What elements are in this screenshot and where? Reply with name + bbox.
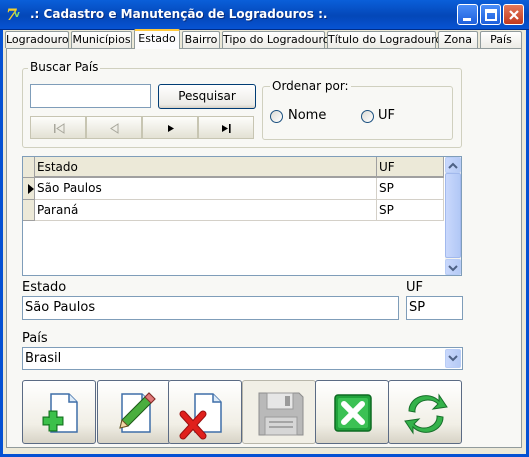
new-document-icon [42, 393, 78, 433]
search-group-label: Buscar País [28, 60, 101, 74]
grid-row-indicator[interactable] [23, 200, 35, 221]
uf-label: UF [406, 280, 423, 295]
grid-row-indicator[interactable] [23, 178, 35, 200]
maximize-icon [485, 9, 497, 21]
delete-document-icon [179, 393, 222, 440]
order-group-label: Ordenar por: [270, 79, 351, 93]
prev-icon [110, 123, 119, 134]
first-icon [54, 123, 65, 134]
chevron-up-icon [448, 162, 458, 169]
order-nome-radio[interactable] [270, 110, 283, 123]
grid-header-indicator [23, 157, 35, 178]
svg-text:v: v [14, 10, 20, 20]
nav-first-button[interactable] [30, 116, 86, 139]
scroll-down-button[interactable] [445, 259, 461, 275]
grid-cell-estado[interactable]: São Paulos [35, 178, 377, 200]
close-button[interactable] [503, 4, 524, 25]
tab-bairro[interactable]: Bairro [182, 31, 220, 48]
app-icon: 7 v [5, 4, 25, 24]
close-icon [509, 10, 519, 20]
grid-cell-estado[interactable]: Paraná [35, 200, 377, 221]
search-input[interactable] [30, 84, 151, 108]
grid-header-uf[interactable]: UF [377, 157, 444, 178]
chevron-down-icon [448, 355, 458, 362]
maximize-button[interactable] [480, 4, 501, 25]
window-title: .: Cadastro e Manutenção de Logradouros … [30, 7, 328, 21]
uf-field[interactable]: SP [406, 296, 463, 320]
tab-tipo-logradouro[interactable]: Tipo do Logradouro [222, 31, 329, 48]
chevron-down-icon [448, 265, 458, 272]
tab-logradouro[interactable]: Logradouro [5, 31, 69, 48]
refresh-icon [404, 393, 448, 435]
current-row-arrow-icon [28, 184, 34, 194]
order-nome-label[interactable]: Nome [288, 108, 326, 123]
cancel-button[interactable] [315, 380, 389, 444]
edit-pencil-icon [119, 392, 156, 433]
nav-last-button[interactable] [198, 116, 254, 139]
new-button[interactable] [22, 380, 96, 444]
pais-label: País [22, 331, 48, 346]
nav-next-button[interactable] [142, 116, 198, 139]
refresh-button[interactable] [388, 380, 462, 444]
last-icon [222, 124, 231, 133]
minimize-icon [463, 18, 471, 21]
grid-cell-uf[interactable]: SP [377, 178, 444, 200]
minimize-button[interactable] [457, 4, 478, 25]
scroll-thumb[interactable] [445, 173, 461, 258]
delete-button[interactable] [168, 380, 242, 444]
tab-estado[interactable]: Estado [134, 29, 180, 49]
nav-prev-button[interactable] [86, 116, 142, 139]
pais-select[interactable]: Brasil [22, 347, 463, 370]
tab-pais[interactable]: País [480, 31, 522, 48]
estado-field[interactable]: São Paulos [22, 296, 399, 320]
save-button[interactable] [242, 380, 316, 444]
save-disk-icon [258, 392, 304, 436]
scroll-up-button[interactable] [445, 157, 461, 173]
search-button[interactable]: Pesquisar [158, 84, 256, 109]
tab-zona[interactable]: Zona [438, 31, 478, 48]
estado-label: Estado [22, 280, 67, 295]
order-uf-radio[interactable] [361, 110, 374, 123]
order-uf-label[interactable]: UF [378, 108, 395, 123]
grid-cell-uf[interactable]: SP [377, 200, 444, 221]
tab-titulo-logradouro[interactable]: Título do Logradouro [327, 31, 442, 48]
edit-button[interactable] [97, 380, 171, 444]
pais-dropdown-button[interactable] [445, 349, 461, 368]
grid-header-estado[interactable]: Estado [35, 157, 377, 178]
tab-municipios[interactable]: Municípios [71, 31, 132, 48]
next-icon [168, 125, 174, 132]
cancel-x-icon [334, 394, 372, 432]
